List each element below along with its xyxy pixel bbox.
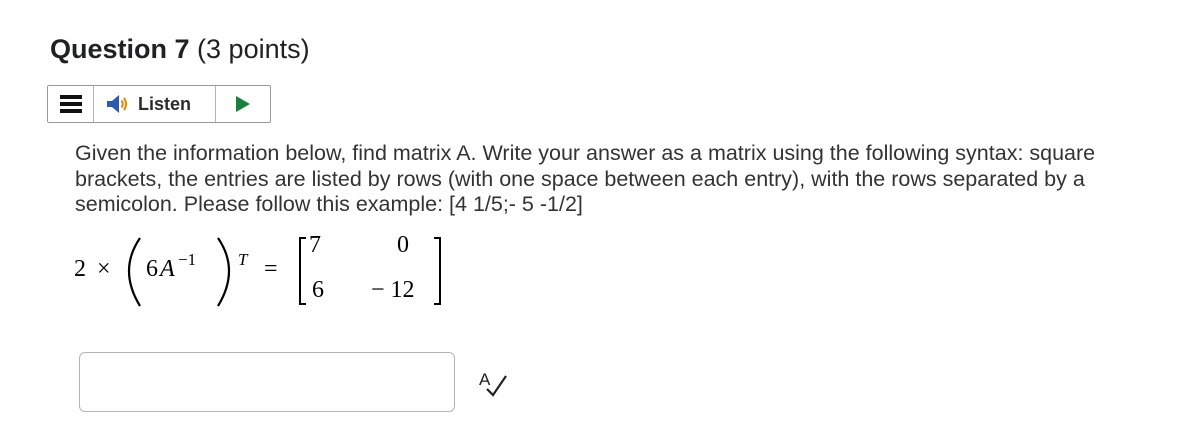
play-icon [236, 96, 250, 112]
left-paren [128, 237, 141, 307]
listen-button[interactable]: Listen [94, 86, 216, 122]
eq-coefficient: 2 [74, 256, 86, 282]
play-button[interactable] [216, 86, 270, 122]
eq-times: × [97, 256, 111, 282]
matrix-cell-r2c1: 6 [312, 277, 324, 303]
equation: 2 × 6 A −1 T = 7 0 6 − 12 [0, 228, 480, 318]
svg-text:A: A [479, 370, 491, 389]
question-title: Question 7 [50, 34, 190, 64]
eq-transpose-exponent: T [238, 250, 248, 269]
eq-variable: A [160, 256, 175, 282]
eq-inverse-exponent: −1 [178, 250, 197, 269]
eq-inner-coefficient: 6 [146, 256, 158, 282]
hamburger-menu-icon [59, 95, 82, 113]
answer-input[interactable] [79, 352, 455, 412]
eq-equals: = [264, 256, 278, 282]
listen-toolbar: Listen [47, 85, 271, 123]
matrix-cell-r1c1: 7 [309, 232, 321, 258]
matrix-cell-r2c2: − 12 [371, 277, 415, 303]
menu-button[interactable] [48, 86, 94, 122]
right-bracket [434, 237, 441, 305]
question-points: (3 points) [197, 34, 310, 64]
right-paren [217, 237, 230, 307]
speaker-icon [107, 95, 127, 113]
question-header: Question 7 (3 points) [50, 34, 310, 65]
question-prompt: Given the information below, find matrix… [75, 141, 1096, 216]
listen-label: Listen [138, 93, 192, 114]
left-bracket [299, 237, 306, 305]
spell-check-icon[interactable]: A [478, 368, 508, 398]
matrix-cell-r1c2: 0 [397, 232, 409, 258]
